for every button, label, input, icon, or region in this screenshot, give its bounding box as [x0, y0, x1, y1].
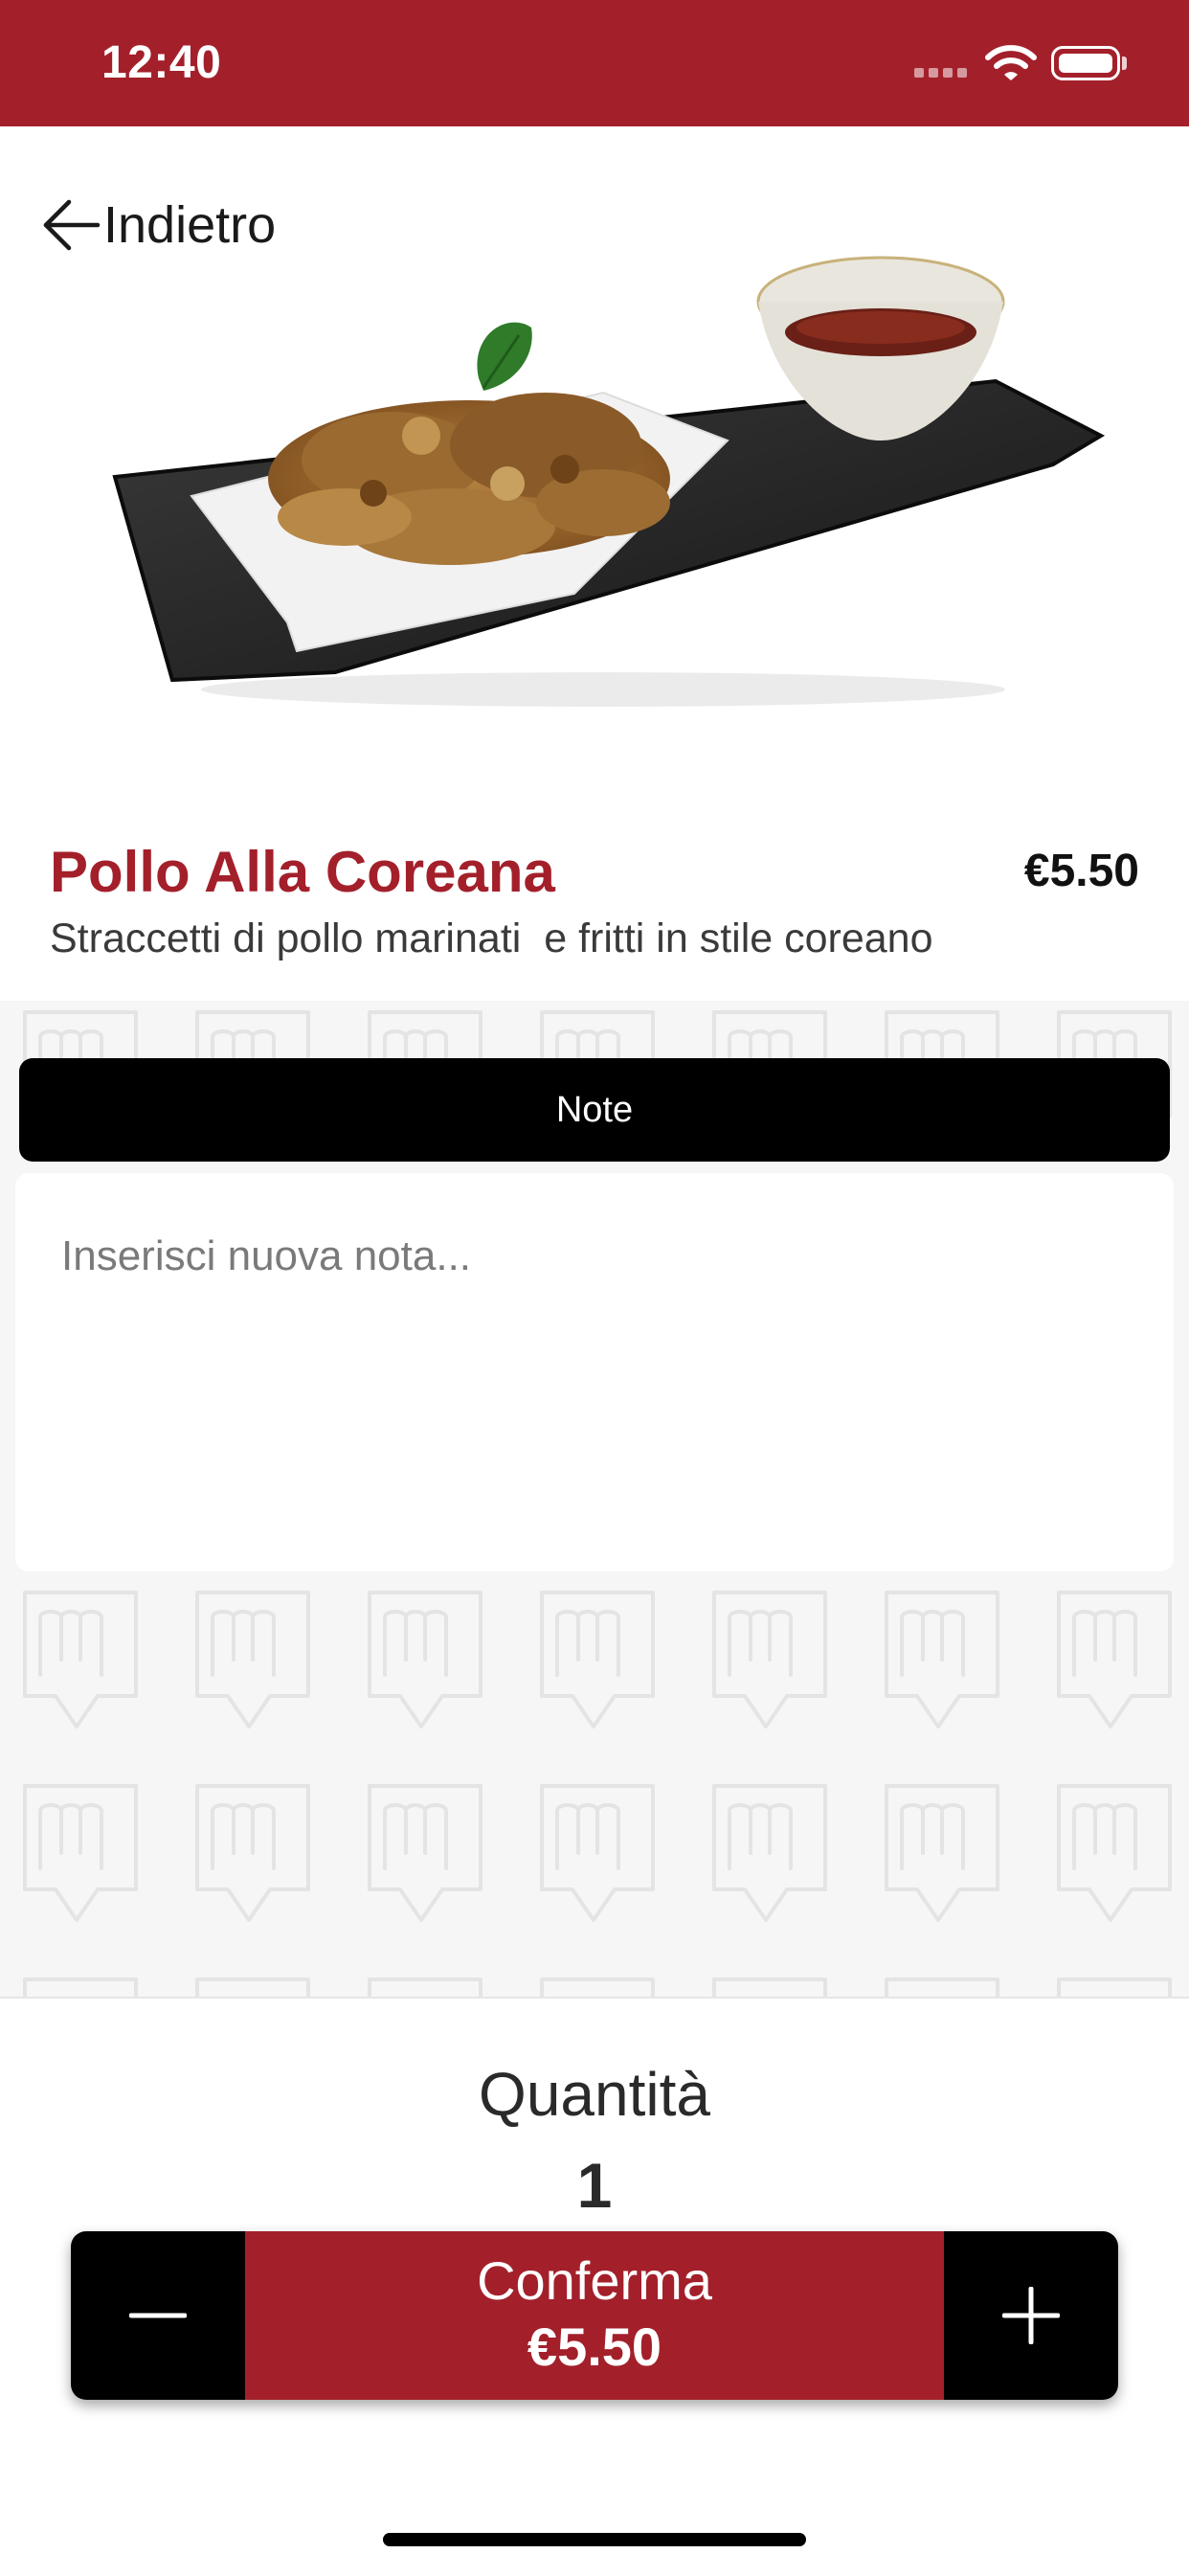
status-time: 12:40: [101, 37, 222, 88]
decrease-quantity-button[interactable]: [71, 2231, 245, 2400]
battery-icon: [1051, 46, 1120, 80]
minus-icon: [129, 2313, 187, 2318]
confirm-price: €5.50: [527, 2316, 662, 2377]
signal-icon: [914, 65, 972, 82]
notes-input[interactable]: [15, 1173, 1174, 1571]
notes-header-label: Note: [555, 1089, 634, 1130]
wifi-icon: [985, 45, 1037, 80]
confirm-button[interactable]: Conferma €5.50: [245, 2231, 944, 2400]
notes-header: Note: [19, 1058, 1170, 1162]
quantity-label: Quantità: [479, 2060, 710, 2129]
plus-icon: [1002, 2287, 1060, 2344]
battery-tip: [1122, 56, 1127, 70]
increase-quantity-button[interactable]: [944, 2231, 1118, 2400]
arrow-left-icon: [43, 199, 101, 251]
product-image: [112, 256, 1106, 707]
home-indicator: [383, 2533, 806, 2546]
product-price: €5.50: [1023, 846, 1139, 896]
order-action-bar: Conferma €5.50: [71, 2231, 1118, 2400]
confirm-label: Conferma: [477, 2250, 712, 2311]
product-description: Straccetti di pollo marinati e fritti in…: [50, 915, 933, 961]
quantity-value: 1: [576, 2150, 613, 2221]
product-name: Pollo Alla Coreana: [50, 840, 555, 904]
